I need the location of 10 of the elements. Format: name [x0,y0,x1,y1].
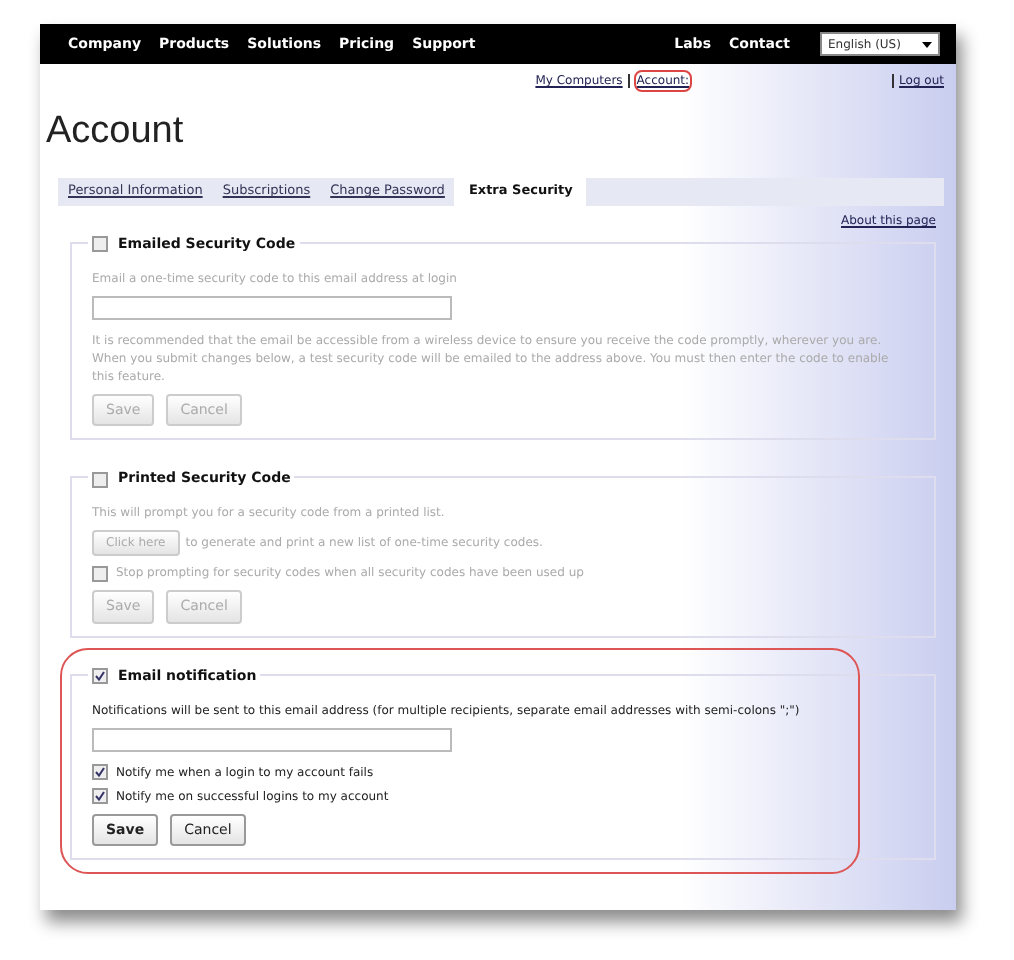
page-title: Account [46,110,186,156]
checkbox[interactable] [92,565,108,582]
input-field[interactable] [92,727,452,752]
caret-icon [922,41,932,47]
checkbox[interactable] [92,788,108,805]
input-field[interactable] [92,295,452,320]
section-checkbox[interactable] [92,668,108,685]
checkbox[interactable] [92,764,108,781]
section-checkbox[interactable] [92,236,108,253]
section-checkbox[interactable] [92,471,108,488]
